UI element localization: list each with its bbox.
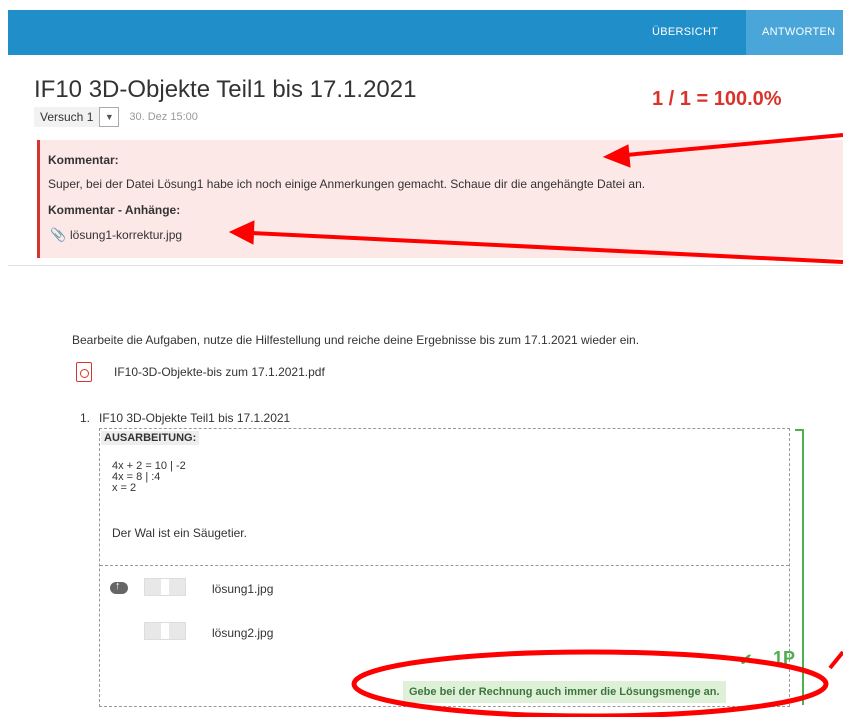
top-navigation-bar: ÜBERSICHT ANTWORTEN xyxy=(8,10,843,55)
pdf-icon xyxy=(76,362,92,382)
math-solution: 4x + 2 = 10 | -2 4x = 8 | :4 x = 2 xyxy=(112,461,186,494)
attachment-filename[interactable]: lösung1-korrektur.jpg xyxy=(70,228,182,242)
answer-statement: Der Wal ist ein Säugetier. xyxy=(112,526,247,540)
chevron-down-icon[interactable]: ▼ xyxy=(99,107,120,127)
nav-answers[interactable]: ANTWORTEN xyxy=(746,10,843,55)
comment-heading: Kommentar: xyxy=(48,153,119,167)
file-link[interactable]: lösung2.jpg xyxy=(212,626,273,640)
attachments-heading: Kommentar - Anhänge: xyxy=(48,203,181,217)
cloud-upload-icon[interactable] xyxy=(110,580,128,594)
teacher-feedback: Gebe bei der Rechnung auch immer die Lös… xyxy=(403,681,726,703)
answer-box: AUSARBEITUNG: 4x + 2 = 10 | -2 4x = 8 | … xyxy=(99,428,790,707)
check-icon: ✔ xyxy=(739,652,753,669)
annotation-arrow xyxy=(828,650,843,670)
answer-label: AUSARBEITUNG: xyxy=(101,431,200,445)
question-number: 1. xyxy=(80,411,91,425)
pdf-filename[interactable]: IF10-3D-Objekte-bis zum 17.1.2021.pdf xyxy=(114,365,325,379)
divider xyxy=(8,265,843,266)
task-intro: Bearbeite die Aufgaben, nutze die Hilfes… xyxy=(72,333,640,347)
page-title: IF10 3D-Objekte Teil1 bis 17.1.2021 xyxy=(34,76,417,103)
pdf-attachment-link[interactable]: IF10-3D-Objekte-bis zum 17.1.2021.pdf xyxy=(76,362,325,382)
score-display: 1 / 1 = 100.0% xyxy=(652,88,782,110)
comment-text: Super, bei der Datei Lösung1 habe ich no… xyxy=(48,177,646,191)
attempt-label[interactable]: Versuch 1 xyxy=(34,107,100,127)
grading-line xyxy=(802,429,804,705)
paperclip-icon: 📎 xyxy=(50,227,67,242)
math-line: x = 2 xyxy=(112,482,137,494)
file-link[interactable]: lösung1.jpg xyxy=(212,582,273,596)
comment-box: Kommentar: Super, bei der Datei Lösung1 … xyxy=(37,140,843,258)
file-thumbnail[interactable] xyxy=(144,622,186,640)
attempt-date: 30. Dez 15:00 xyxy=(129,111,198,123)
attempt-selector[interactable]: Versuch 1 ▼ 30. Dez 15:00 xyxy=(34,107,198,127)
comment-attachment-link[interactable]: 📎 lösung1-korrektur.jpg xyxy=(50,227,182,243)
question-title: IF10 3D-Objekte Teil1 bis 17.1.2021 xyxy=(99,411,291,425)
nav-overview[interactable]: ÜBERSICHT xyxy=(636,10,734,55)
file-thumbnail[interactable] xyxy=(144,578,186,596)
points-badge: 1P xyxy=(773,648,796,668)
